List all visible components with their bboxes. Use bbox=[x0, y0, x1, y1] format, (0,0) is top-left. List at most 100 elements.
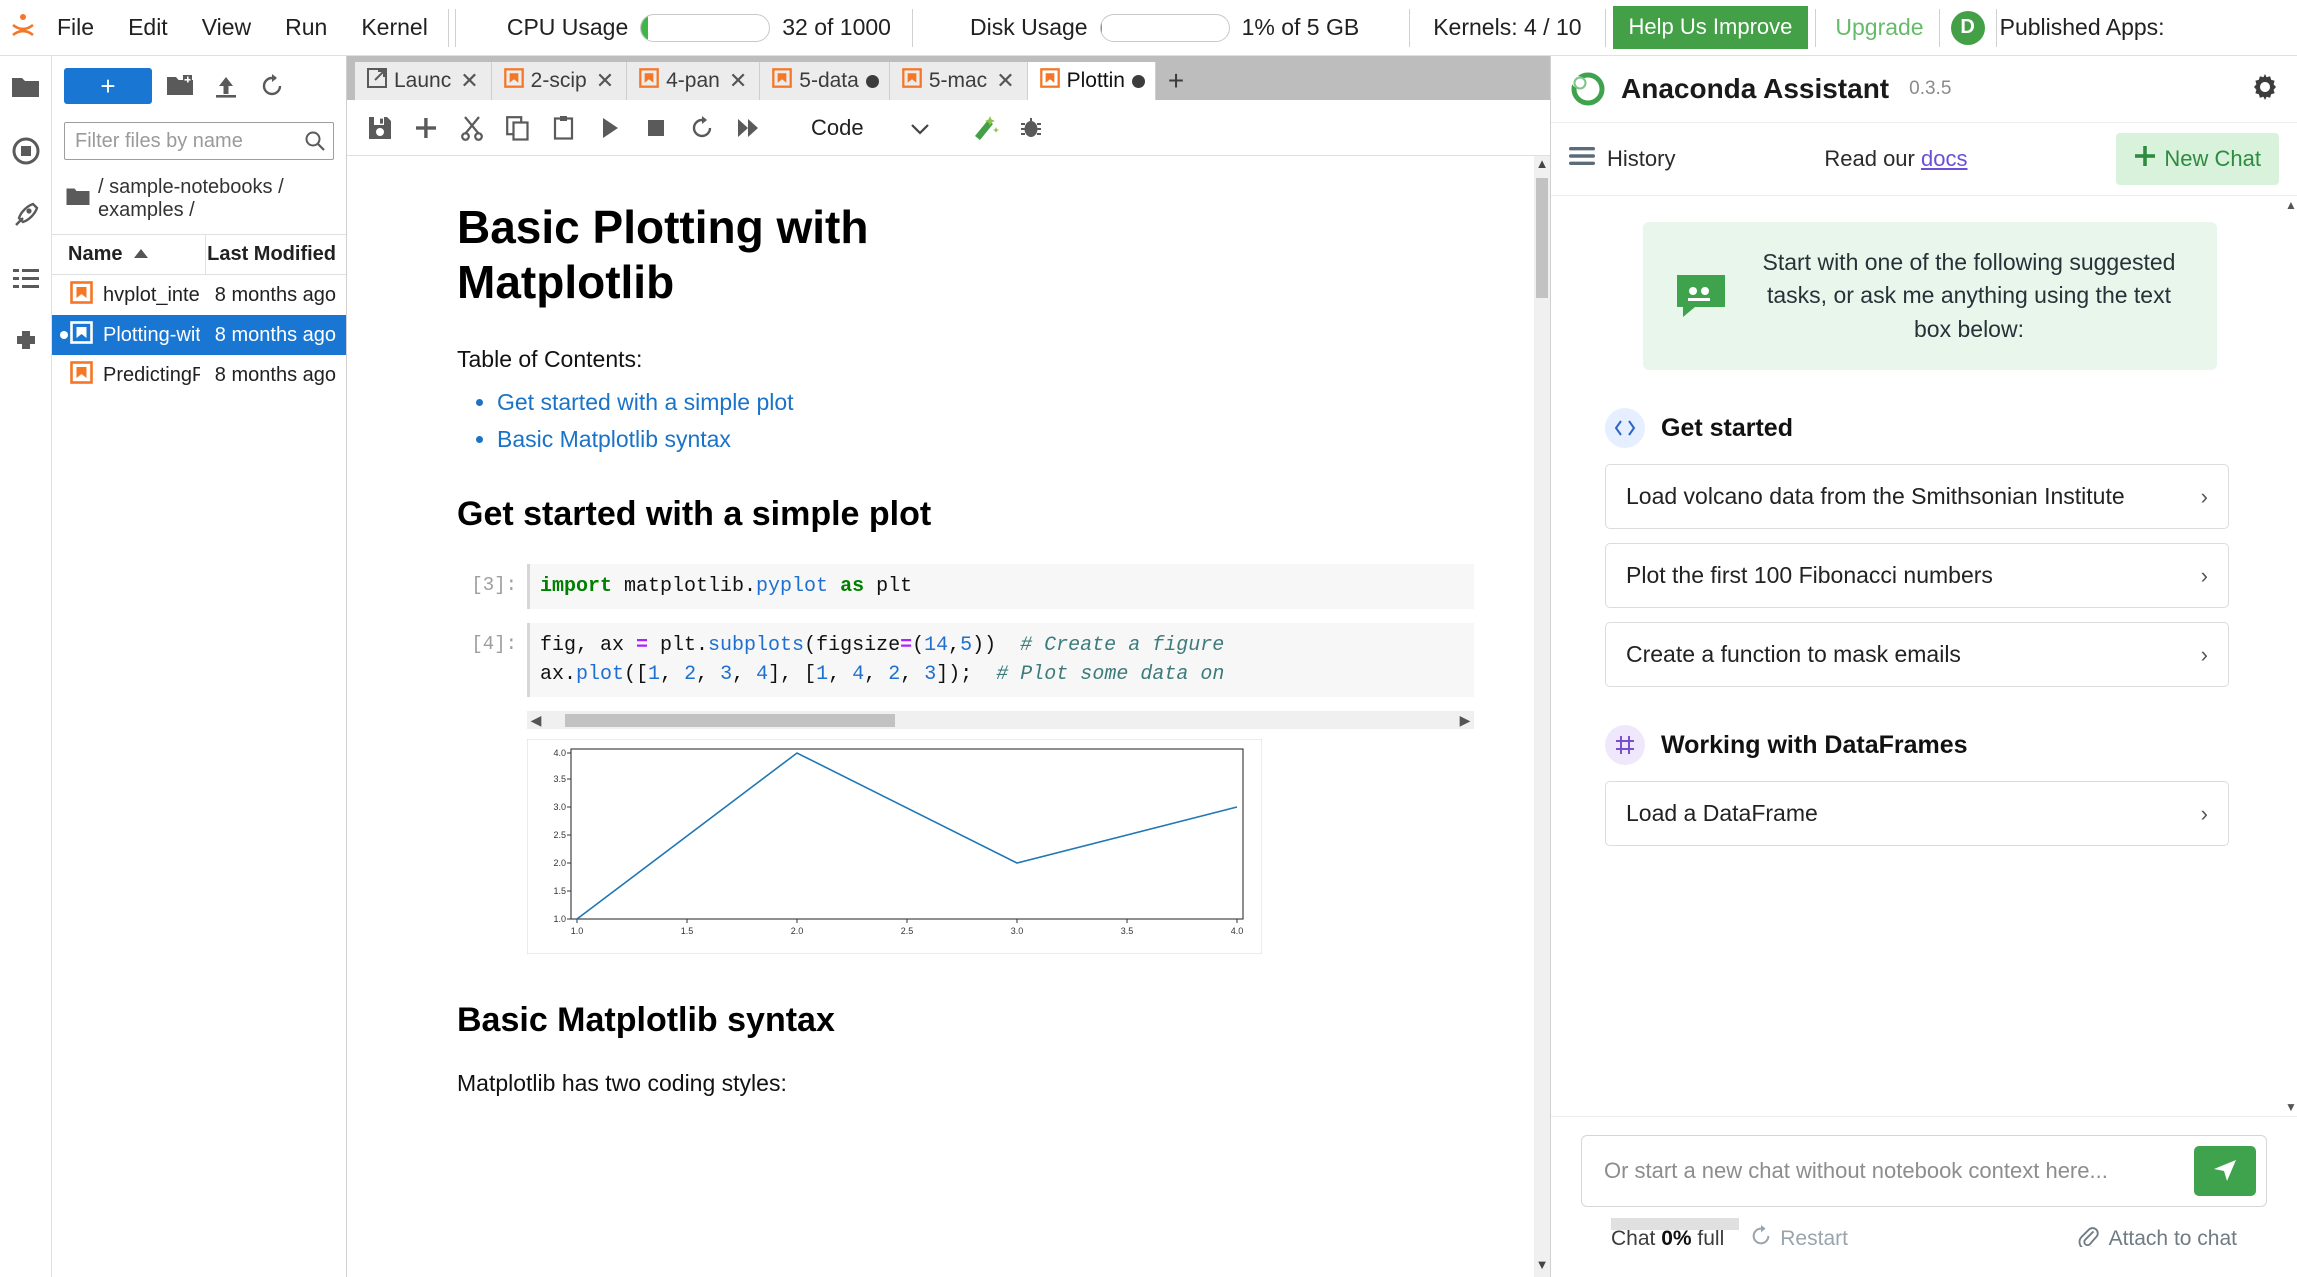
table-of-contents-icon[interactable] bbox=[9, 262, 43, 296]
help-us-improve-button[interactable]: Help Us Improve bbox=[1612, 6, 1809, 49]
toc-link-basic-syntax[interactable]: Basic Matplotlib syntax bbox=[497, 426, 731, 452]
notebook-vertical-scrollbar[interactable]: ▲ ▼ bbox=[1534, 156, 1550, 1277]
file-browser-icon[interactable] bbox=[9, 70, 43, 104]
scroll-right-icon[interactable]: ▶ bbox=[1456, 712, 1474, 729]
divider bbox=[1995, 8, 1997, 47]
scroll-left-icon[interactable]: ◀ bbox=[527, 712, 545, 729]
tab-2-scipy[interactable]: 2-scip ✕ bbox=[491, 62, 628, 100]
code-cell-4[interactable]: [4]: fig, ax = plt.subplots(figsize=(14,… bbox=[457, 623, 1474, 698]
close-icon[interactable]: ✕ bbox=[594, 70, 616, 92]
hamburger-icon bbox=[1569, 146, 1595, 172]
suggestion-label: Create a function to mask emails bbox=[1626, 641, 1961, 668]
restart-kernel-icon[interactable] bbox=[679, 108, 725, 148]
extension-rocket-icon[interactable] bbox=[9, 198, 43, 232]
extension-manager-icon[interactable] bbox=[9, 326, 43, 360]
run-icon[interactable] bbox=[587, 108, 633, 148]
file-row-plotting-with-matplotlib[interactable]: Plotting-wit... 8 months ago bbox=[52, 315, 346, 355]
published-apps-label[interactable]: Published Apps: bbox=[2000, 14, 2169, 41]
tab-5-machine-learning[interactable]: 5-mac ✕ bbox=[889, 62, 1028, 100]
code-editor[interactable]: fig, ax = plt.subplots(figsize=(14,5)) #… bbox=[527, 623, 1474, 698]
copy-icon[interactable] bbox=[495, 108, 541, 148]
refresh-icon[interactable] bbox=[254, 69, 290, 103]
file-row-predicting[interactable]: PredictingP... 8 months ago bbox=[52, 355, 346, 395]
restart-button[interactable]: Restart bbox=[1750, 1225, 1848, 1253]
avatar[interactable]: D bbox=[1950, 10, 1985, 45]
scroll-up-icon[interactable]: ▲ bbox=[2285, 198, 2297, 212]
chat-input[interactable] bbox=[1602, 1149, 2180, 1193]
running-indicator bbox=[60, 371, 68, 379]
column-header-last-modified[interactable]: Last Modified bbox=[206, 235, 346, 274]
menu-run[interactable]: Run bbox=[268, 10, 344, 45]
suggestion-mask-emails[interactable]: Create a function to mask emails › bbox=[1605, 622, 2229, 688]
suggestion-fibonacci[interactable]: Plot the first 100 Fibonacci numbers › bbox=[1605, 543, 2229, 609]
paste-icon[interactable] bbox=[541, 108, 587, 148]
breadcrumb[interactable]: / sample-notebooks / examples / bbox=[52, 164, 346, 234]
dirty-indicator-icon[interactable] bbox=[1132, 74, 1145, 88]
debugger-icon[interactable] bbox=[1008, 108, 1054, 148]
scroll-thumb[interactable] bbox=[1536, 178, 1548, 298]
top-menu-bar: File Edit View Run Kernel CPU Usage 32 o… bbox=[0, 0, 2297, 56]
svg-text:2.5: 2.5 bbox=[901, 926, 914, 936]
dirty-indicator-icon[interactable] bbox=[865, 74, 879, 88]
scroll-track[interactable] bbox=[545, 713, 1456, 727]
file-name: hvplot_inte... bbox=[103, 283, 200, 306]
new-tab-button[interactable]: + bbox=[1156, 62, 1196, 100]
send-button[interactable] bbox=[2194, 1146, 2256, 1196]
svg-text:2.5: 2.5 bbox=[553, 830, 566, 840]
close-icon[interactable]: ✕ bbox=[458, 70, 480, 92]
scroll-down-icon[interactable]: ▼ bbox=[1534, 1257, 1550, 1277]
restart-and-run-all-icon[interactable] bbox=[725, 108, 771, 148]
toc-item[interactable]: Basic Matplotlib syntax bbox=[497, 426, 1474, 453]
menu-edit[interactable]: Edit bbox=[111, 10, 185, 45]
launcher-icon bbox=[367, 68, 387, 94]
code-horizontal-scrollbar[interactable]: ◀ ▶ bbox=[527, 711, 1474, 730]
menu-view[interactable]: View bbox=[185, 10, 268, 45]
suggestion-load-dataframe[interactable]: Load a DataFrame › bbox=[1605, 781, 2229, 847]
new-folder-icon[interactable] bbox=[162, 69, 198, 103]
code-icon bbox=[1605, 408, 1645, 449]
tab-plotting-with-matplotlib[interactable]: Plottin bbox=[1027, 62, 1156, 100]
tab-label: 5-mac bbox=[928, 69, 988, 92]
suggestion-label: Plot the first 100 Fibonacci numbers bbox=[1626, 562, 1993, 589]
new-launcher-button[interactable]: + bbox=[64, 68, 152, 104]
assistant-sparkle-icon[interactable] bbox=[962, 108, 1008, 148]
tab-label: 5-data bbox=[799, 69, 859, 92]
suggestion-volcano-data[interactable]: Load volcano data from the Smithsonian I… bbox=[1605, 464, 2229, 530]
menu-file[interactable]: File bbox=[40, 10, 111, 45]
cut-icon[interactable] bbox=[449, 108, 495, 148]
file-modified: 8 months ago bbox=[214, 283, 336, 306]
scroll-down-icon[interactable]: ▼ bbox=[2285, 1100, 2297, 1114]
scroll-up-icon[interactable]: ▲ bbox=[1534, 156, 1550, 176]
history-button[interactable]: History bbox=[1569, 146, 1675, 172]
code-editor[interactable]: import matplotlib.pyplot as plt bbox=[527, 564, 1474, 610]
gear-icon[interactable] bbox=[2251, 73, 2279, 106]
notebook-toolbar: Code bbox=[347, 100, 1550, 156]
stop-icon[interactable] bbox=[633, 108, 679, 148]
tab-4-panel[interactable]: 4-pan ✕ bbox=[627, 62, 761, 100]
running-terminals-icon[interactable] bbox=[9, 134, 43, 168]
close-icon[interactable]: ✕ bbox=[727, 70, 749, 92]
code-cell-3[interactable]: [3]: import matplotlib.pyplot as plt bbox=[457, 564, 1474, 610]
close-icon[interactable]: ✕ bbox=[994, 70, 1016, 92]
tab-5-data[interactable]: 5-data bbox=[760, 62, 890, 100]
cell-type-select[interactable]: Code bbox=[801, 109, 936, 147]
column-header-name[interactable]: Name bbox=[52, 235, 206, 274]
tab-launcher[interactable]: Launc ✕ bbox=[355, 62, 492, 100]
new-chat-button[interactable]: New Chat bbox=[2116, 133, 2279, 185]
upload-icon[interactable] bbox=[208, 69, 244, 103]
upgrade-link[interactable]: Upgrade bbox=[1823, 14, 1935, 41]
save-icon[interactable] bbox=[357, 108, 403, 148]
scroll-thumb[interactable] bbox=[565, 713, 895, 727]
cpu-usage-status: CPU Usage 32 of 1000 bbox=[493, 13, 905, 42]
attach-to-chat-button[interactable]: Attach to chat bbox=[2077, 1225, 2237, 1253]
file-row-hvplot[interactable]: hvplot_inte... 8 months ago bbox=[52, 275, 346, 315]
menu-kernel[interactable]: Kernel bbox=[344, 10, 444, 45]
docs-link[interactable]: docs bbox=[1921, 146, 1967, 171]
toc-item[interactable]: Get started with a simple plot bbox=[497, 389, 1474, 416]
assistant-vertical-scrollbar[interactable]: ▲ ▼ bbox=[2283, 196, 2297, 1116]
file-list: hvplot_inte... 8 months ago Plotting-wit… bbox=[52, 275, 346, 1277]
filter-files-input[interactable] bbox=[64, 122, 334, 160]
toc-link-simple-plot[interactable]: Get started with a simple plot bbox=[497, 389, 794, 415]
notebook-dock-panel: Launc ✕ 2-scip ✕ 4-pan ✕ 5-data 5-mac ✕ … bbox=[347, 56, 1550, 1277]
insert-cell-icon[interactable] bbox=[403, 108, 449, 148]
